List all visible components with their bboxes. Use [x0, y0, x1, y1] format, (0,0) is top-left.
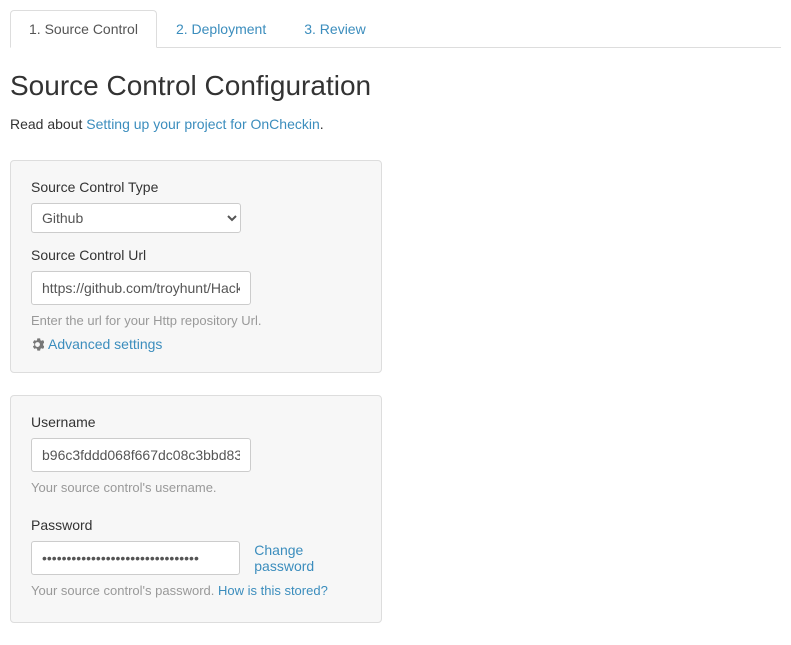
username-label: Username — [31, 414, 361, 430]
intro-prefix: Read about — [10, 116, 86, 132]
panel-source-control: Source Control Type Github Source Contro… — [10, 160, 382, 373]
advanced-settings-link[interactable]: Advanced settings — [31, 336, 162, 352]
tab-deployment[interactable]: 2. Deployment — [157, 10, 285, 48]
source-control-type-label: Source Control Type — [31, 179, 361, 195]
page-title: Source Control Configuration — [10, 70, 781, 102]
how-stored-link[interactable]: How is this stored? — [218, 583, 328, 598]
source-control-url-label: Source Control Url — [31, 247, 361, 263]
source-control-url-help: Enter the url for your Http repository U… — [31, 313, 361, 328]
tab-review[interactable]: 3. Review — [285, 10, 384, 48]
source-control-type-select[interactable]: Github — [31, 203, 241, 233]
source-control-url-input[interactable] — [31, 271, 251, 305]
password-label: Password — [31, 517, 361, 533]
advanced-settings-label: Advanced settings — [48, 336, 162, 352]
tab-source-control[interactable]: 1. Source Control — [10, 10, 157, 48]
panel-credentials: Username Your source control's username.… — [10, 395, 382, 623]
username-input[interactable] — [31, 438, 251, 472]
intro-link[interactable]: Setting up your project for OnCheckin — [86, 116, 319, 132]
gear-icon — [31, 338, 44, 351]
username-help: Your source control's username. — [31, 480, 361, 495]
password-input[interactable] — [31, 541, 240, 575]
change-password-link[interactable]: Change password — [254, 542, 361, 574]
password-help-prefix: Your source control's password. — [31, 583, 218, 598]
intro-text: Read about Setting up your project for O… — [10, 116, 781, 132]
tabs-bar: 1. Source Control 2. Deployment 3. Revie… — [10, 10, 781, 48]
password-help: Your source control's password. How is t… — [31, 583, 361, 598]
intro-suffix: . — [320, 116, 324, 132]
